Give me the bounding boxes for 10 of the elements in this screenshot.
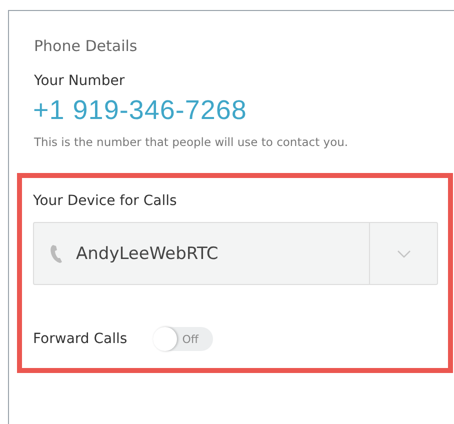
phone-icon [50, 244, 64, 264]
panel-title: Phone Details [34, 37, 138, 55]
device-value: AndyLeeWebRTC [76, 244, 218, 264]
forward-label: Forward Calls [33, 331, 128, 347]
device-dropdown[interactable]: AndyLeeWebRTC [33, 222, 438, 285]
device-label: Your Device for Calls [33, 193, 178, 209]
number-label: Your Number [34, 73, 126, 89]
chevron-down-icon [396, 250, 410, 258]
number-hint: This is the number that people will use to contact you. [34, 135, 350, 149]
phone-number: +1 919-346-7268 [33, 95, 248, 126]
